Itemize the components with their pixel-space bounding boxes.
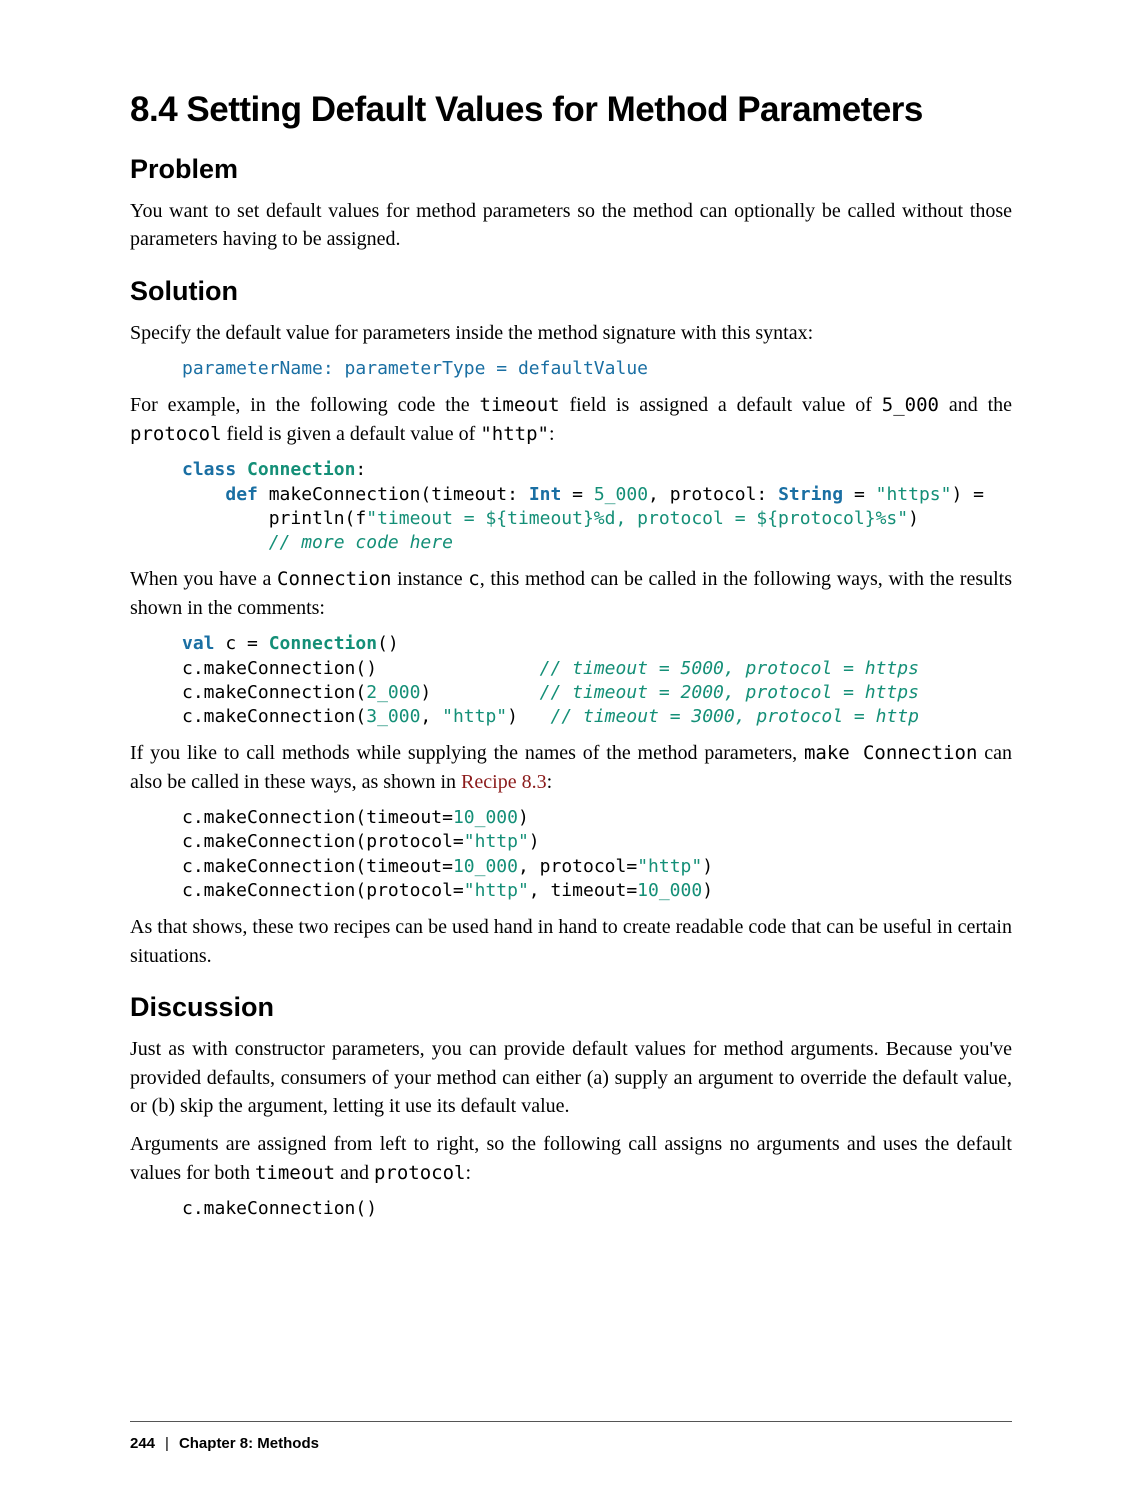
page-footer: 244|Chapter 8: Methods: [130, 1435, 319, 1452]
problem-paragraph: You want to set default values for metho…: [130, 197, 1012, 254]
section-title: 8.4 Setting Default Values for Method Pa…: [130, 90, 1012, 130]
solution-p1: Specify the default value for parameters…: [130, 319, 1012, 347]
discussion-p2: Arguments are assigned from left to righ…: [130, 1130, 1012, 1187]
code-usage: val c = Connection() c.makeConnection() …: [182, 632, 1012, 729]
solution-p4: If you like to call methods while supply…: [130, 739, 1012, 796]
code-noargs: c.makeConnection(): [182, 1197, 1012, 1221]
book-page: 8.4 Setting Default Values for Method Pa…: [0, 0, 1142, 1500]
chapter-label: Chapter 8: Methods: [179, 1435, 319, 1452]
code-named-args: c.makeConnection(timeout=10_000) c.makeC…: [182, 806, 1012, 903]
code-class-def: class Connection: def makeConnection(tim…: [182, 458, 1012, 555]
page-number: 244: [130, 1435, 155, 1452]
solution-p2: For example, in the following code the t…: [130, 391, 1012, 448]
solution-p3: When you have a Connection instance c, t…: [130, 565, 1012, 622]
discussion-p1: Just as with constructor parameters, you…: [130, 1035, 1012, 1120]
code-syntax: parameterName: parameterType = defaultVa…: [182, 357, 1012, 381]
xref-recipe-8-3[interactable]: Recipe 8.3: [461, 771, 547, 793]
footer-rule: [130, 1421, 1012, 1422]
heading-discussion: Discussion: [130, 992, 1012, 1023]
solution-p5: As that shows, these two recipes can be …: [130, 913, 1012, 970]
heading-problem: Problem: [130, 154, 1012, 185]
footer-sep: |: [155, 1435, 179, 1452]
heading-solution: Solution: [130, 276, 1012, 307]
